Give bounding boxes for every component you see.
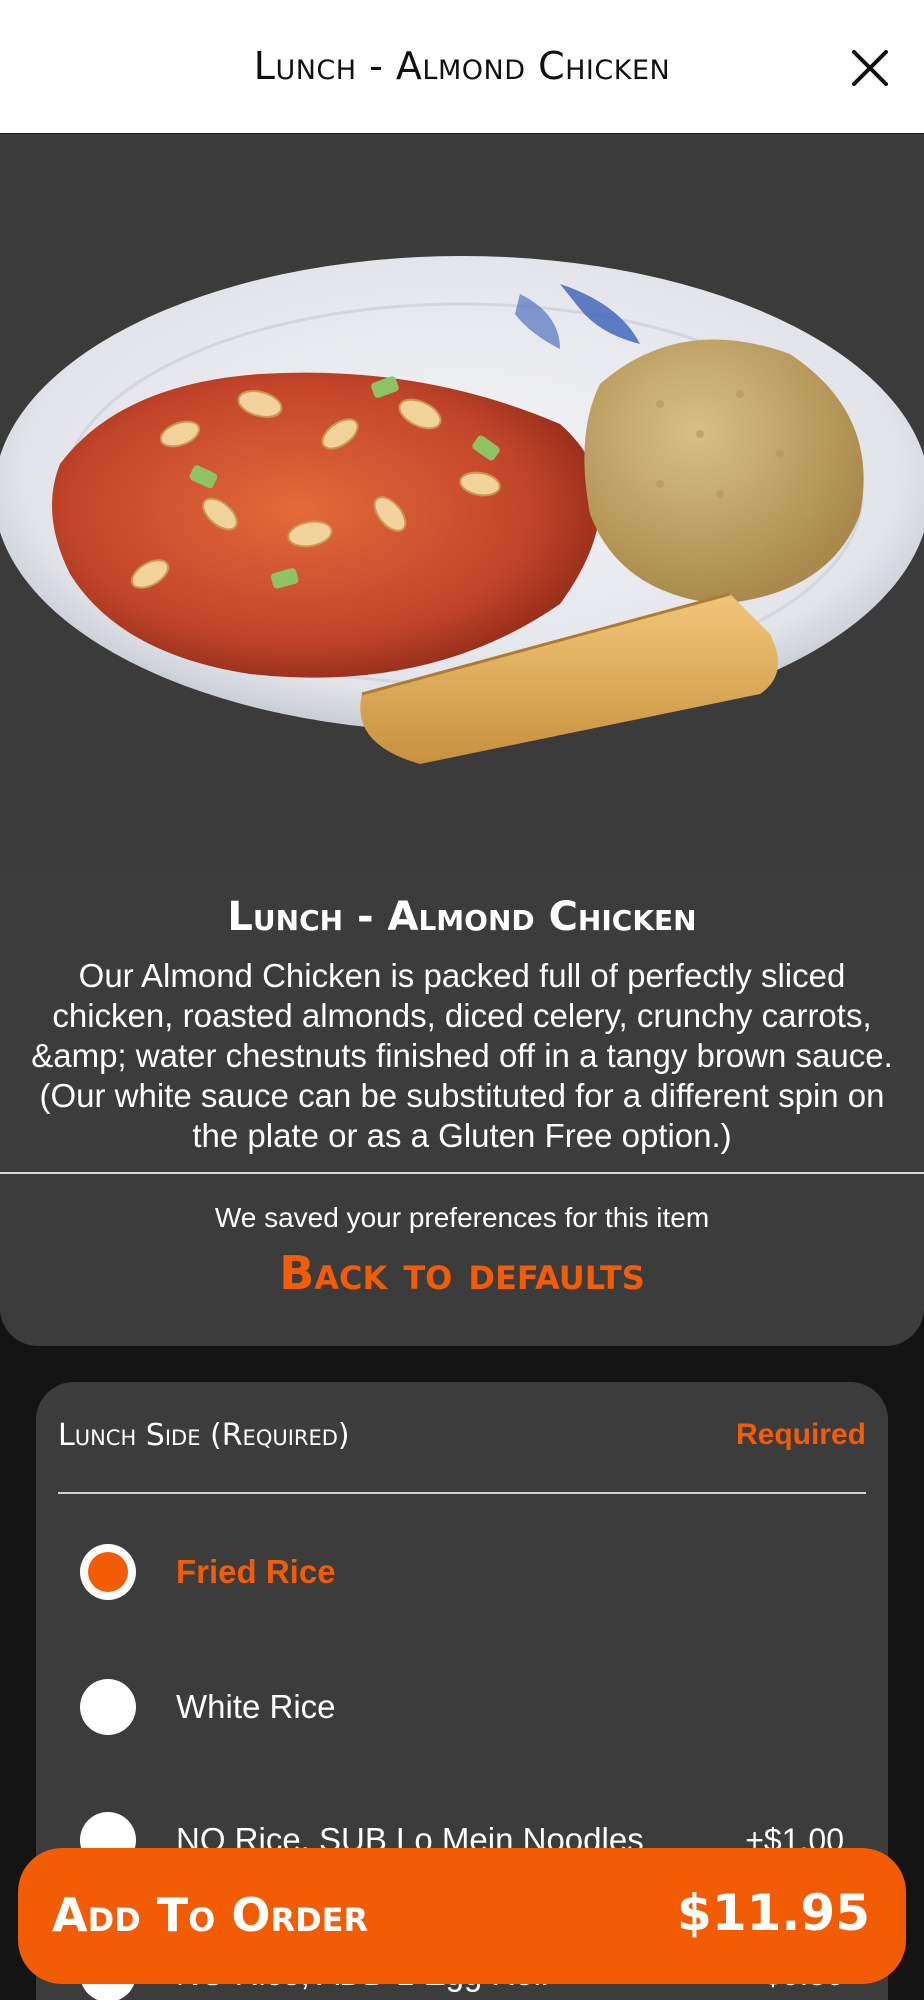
header-title: Lunch - Almond Chicken bbox=[253, 44, 671, 88]
back-to-defaults-link[interactable]: Back to defaults bbox=[0, 1246, 924, 1300]
item-info-panel: Lunch - Almond Chicken Our Almond Chicke… bbox=[0, 134, 924, 1346]
divider bbox=[0, 1172, 924, 1174]
option-label: Fried Rice bbox=[176, 1553, 336, 1590]
option-white-rice[interactable]: White Rice bbox=[80, 1667, 844, 1747]
option-fried-rice[interactable]: Fried Rice bbox=[80, 1532, 844, 1612]
radio-button-selected[interactable] bbox=[80, 1544, 136, 1600]
close-icon bbox=[852, 50, 888, 86]
item-image bbox=[0, 134, 924, 874]
item-description: Our Almond Chicken is packed full of per… bbox=[31, 957, 893, 1154]
radio-button[interactable] bbox=[80, 1679, 136, 1735]
dish-photo bbox=[0, 256, 924, 764]
required-badge: Required bbox=[735, 1418, 866, 1451]
option-group-title: Lunch Side (Required) bbox=[58, 1418, 350, 1453]
close-button[interactable] bbox=[840, 38, 900, 98]
saved-preferences-note: We saved your preferences for this item bbox=[214, 1202, 710, 1233]
option-label: White Rice bbox=[176, 1688, 336, 1725]
radio-selected-dot bbox=[88, 1552, 128, 1592]
order-total-price: $11.95 bbox=[677, 1884, 870, 1942]
add-to-order-button[interactable]: Add To Order $11.95 bbox=[18, 1848, 906, 1984]
item-detail-page: Lunch - Almond Chicken Lunch - Almond Ch… bbox=[0, 0, 924, 2000]
option-group-divider bbox=[58, 1492, 866, 1494]
item-title: Lunch - Almond Chicken bbox=[227, 894, 697, 940]
add-to-order-label: Add To Order bbox=[52, 1888, 369, 1942]
modal-header: Lunch - Almond Chicken bbox=[0, 0, 924, 134]
